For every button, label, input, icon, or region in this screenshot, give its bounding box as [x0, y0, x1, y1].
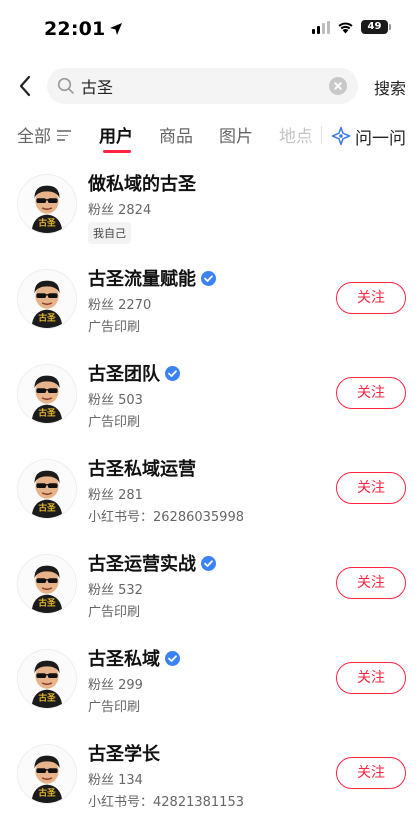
follower-count: 粉丝 281	[88, 488, 143, 503]
tab-divider	[321, 126, 322, 144]
search-result-tabs: 全部 用户 商品 图片 地点 问一问	[0, 116, 420, 156]
user-result-row[interactable]: 古圣 古圣运营实战粉丝 532 广告印刷 关注	[0, 540, 420, 635]
svg-text:古圣: 古圣	[38, 406, 56, 418]
user-name[interactable]: 做私域的古圣	[88, 170, 196, 196]
tab-ask[interactable]: 问一问	[321, 116, 406, 156]
wifi-icon	[338, 22, 353, 33]
back-arrow-icon[interactable]	[14, 72, 38, 100]
active-tab-indicator	[103, 150, 131, 153]
user-name-text: 古圣流量赋能	[88, 269, 196, 290]
verified-badge-icon	[201, 555, 216, 571]
tab-goods[interactable]: 商品	[159, 122, 193, 147]
user-name-text: 古圣学长	[88, 744, 160, 765]
follower-count: 粉丝 532	[88, 583, 143, 598]
user-name-text: 古圣私域	[88, 649, 160, 670]
verified-badge-icon	[201, 270, 216, 286]
user-name[interactable]: 古圣私域	[88, 645, 180, 671]
svg-text:古圣: 古圣	[38, 596, 56, 608]
status-time: 22:01	[44, 18, 123, 40]
tab-ask-label: 问一问	[355, 128, 406, 149]
clear-search-icon[interactable]	[329, 77, 347, 95]
user-name[interactable]: 古圣私域运营	[88, 455, 196, 481]
svg-text:古圣: 古圣	[38, 501, 56, 513]
status-indicators: 49	[312, 20, 391, 34]
filter-icon	[57, 129, 71, 141]
user-name-text: 古圣私域运营	[88, 459, 196, 480]
search-icon	[57, 77, 74, 94]
status-bar: 22:01 49	[0, 0, 420, 54]
svg-text:古圣: 古圣	[38, 691, 56, 703]
avatar[interactable]: 古圣	[17, 554, 77, 614]
self-badge: 我自己	[88, 222, 131, 244]
follow-button[interactable]: 关注	[336, 282, 406, 314]
user-subtitle: 广告印刷	[88, 605, 141, 620]
search-button[interactable]: 搜索	[374, 75, 406, 99]
svg-text:古圣: 古圣	[38, 311, 56, 323]
search-header: 搜索	[0, 66, 420, 106]
user-subtitle: 广告印刷	[88, 320, 141, 335]
follow-button[interactable]: 关注	[336, 377, 406, 409]
avatar[interactable]: 古圣	[17, 649, 77, 709]
user-name[interactable]: 古圣运营实战	[88, 550, 216, 576]
follower-count: 粉丝 2824	[88, 203, 152, 218]
follower-count: 粉丝 134	[88, 773, 143, 788]
avatar[interactable]: 古圣	[17, 269, 77, 329]
tab-users[interactable]: 用户	[99, 122, 133, 147]
follow-button[interactable]: 关注	[336, 757, 406, 789]
user-name-text: 古圣团队	[88, 364, 160, 385]
user-subtitle: 小红书号：42821381153	[88, 795, 244, 810]
svg-text:古圣: 古圣	[38, 216, 56, 228]
avatar[interactable]: 古圣	[17, 459, 77, 519]
search-box[interactable]	[47, 68, 358, 104]
user-result-list: 古圣 做私域的古圣粉丝 2824 我自己 古圣 古圣流量赋能粉丝 2270 广告印刷…	[0, 160, 420, 820]
user-result-row[interactable]: 古圣 做私域的古圣粉丝 2824 我自己	[0, 160, 420, 255]
user-name-text: 做私域的古圣	[88, 174, 196, 195]
avatar[interactable]: 古圣	[17, 174, 77, 234]
user-subtitle: 广告印刷	[88, 700, 141, 715]
avatar[interactable]: 古圣	[17, 744, 77, 804]
user-result-row[interactable]: 古圣 古圣学长粉丝 134 小红书号：42821381153 关注	[0, 730, 420, 820]
follower-count: 粉丝 2270	[88, 298, 152, 313]
cellular-signal-icon	[312, 20, 330, 34]
user-subtitle: 广告印刷	[88, 415, 141, 430]
status-time-text: 22:01	[44, 18, 106, 40]
user-name[interactable]: 古圣学长	[88, 740, 160, 766]
user-name[interactable]: 古圣团队	[88, 360, 180, 386]
sparkle-ask-icon	[331, 126, 351, 146]
follower-count: 粉丝 299	[88, 678, 143, 693]
user-result-row[interactable]: 古圣 古圣团队粉丝 503 广告印刷 关注	[0, 350, 420, 445]
user-subtitle: 小红书号：26286035998	[88, 510, 244, 525]
verified-badge-icon	[165, 365, 180, 381]
search-input[interactable]	[81, 68, 321, 104]
tab-all-label: 全部	[17, 127, 51, 147]
verified-badge-icon	[165, 650, 180, 666]
svg-text:古圣: 古圣	[38, 786, 56, 798]
tab-places[interactable]: 地点	[279, 122, 313, 147]
follow-button[interactable]: 关注	[336, 662, 406, 694]
tab-all[interactable]: 全部	[17, 122, 71, 147]
location-arrow-icon	[110, 23, 123, 35]
follower-count: 粉丝 503	[88, 393, 143, 408]
follow-button[interactable]: 关注	[336, 472, 406, 504]
user-result-row[interactable]: 古圣 古圣流量赋能粉丝 2270 广告印刷 关注	[0, 255, 420, 350]
follow-button[interactable]: 关注	[336, 567, 406, 599]
avatar[interactable]: 古圣	[17, 364, 77, 424]
user-name-text: 古圣运营实战	[88, 554, 196, 575]
user-result-row[interactable]: 古圣 古圣私域运营粉丝 281 小红书号：26286035998 关注	[0, 445, 420, 540]
user-name[interactable]: 古圣流量赋能	[88, 265, 216, 291]
tab-images[interactable]: 图片	[219, 122, 253, 147]
battery-icon: 49	[361, 20, 391, 34]
user-result-row[interactable]: 古圣 古圣私域粉丝 299 广告印刷 关注	[0, 635, 420, 730]
